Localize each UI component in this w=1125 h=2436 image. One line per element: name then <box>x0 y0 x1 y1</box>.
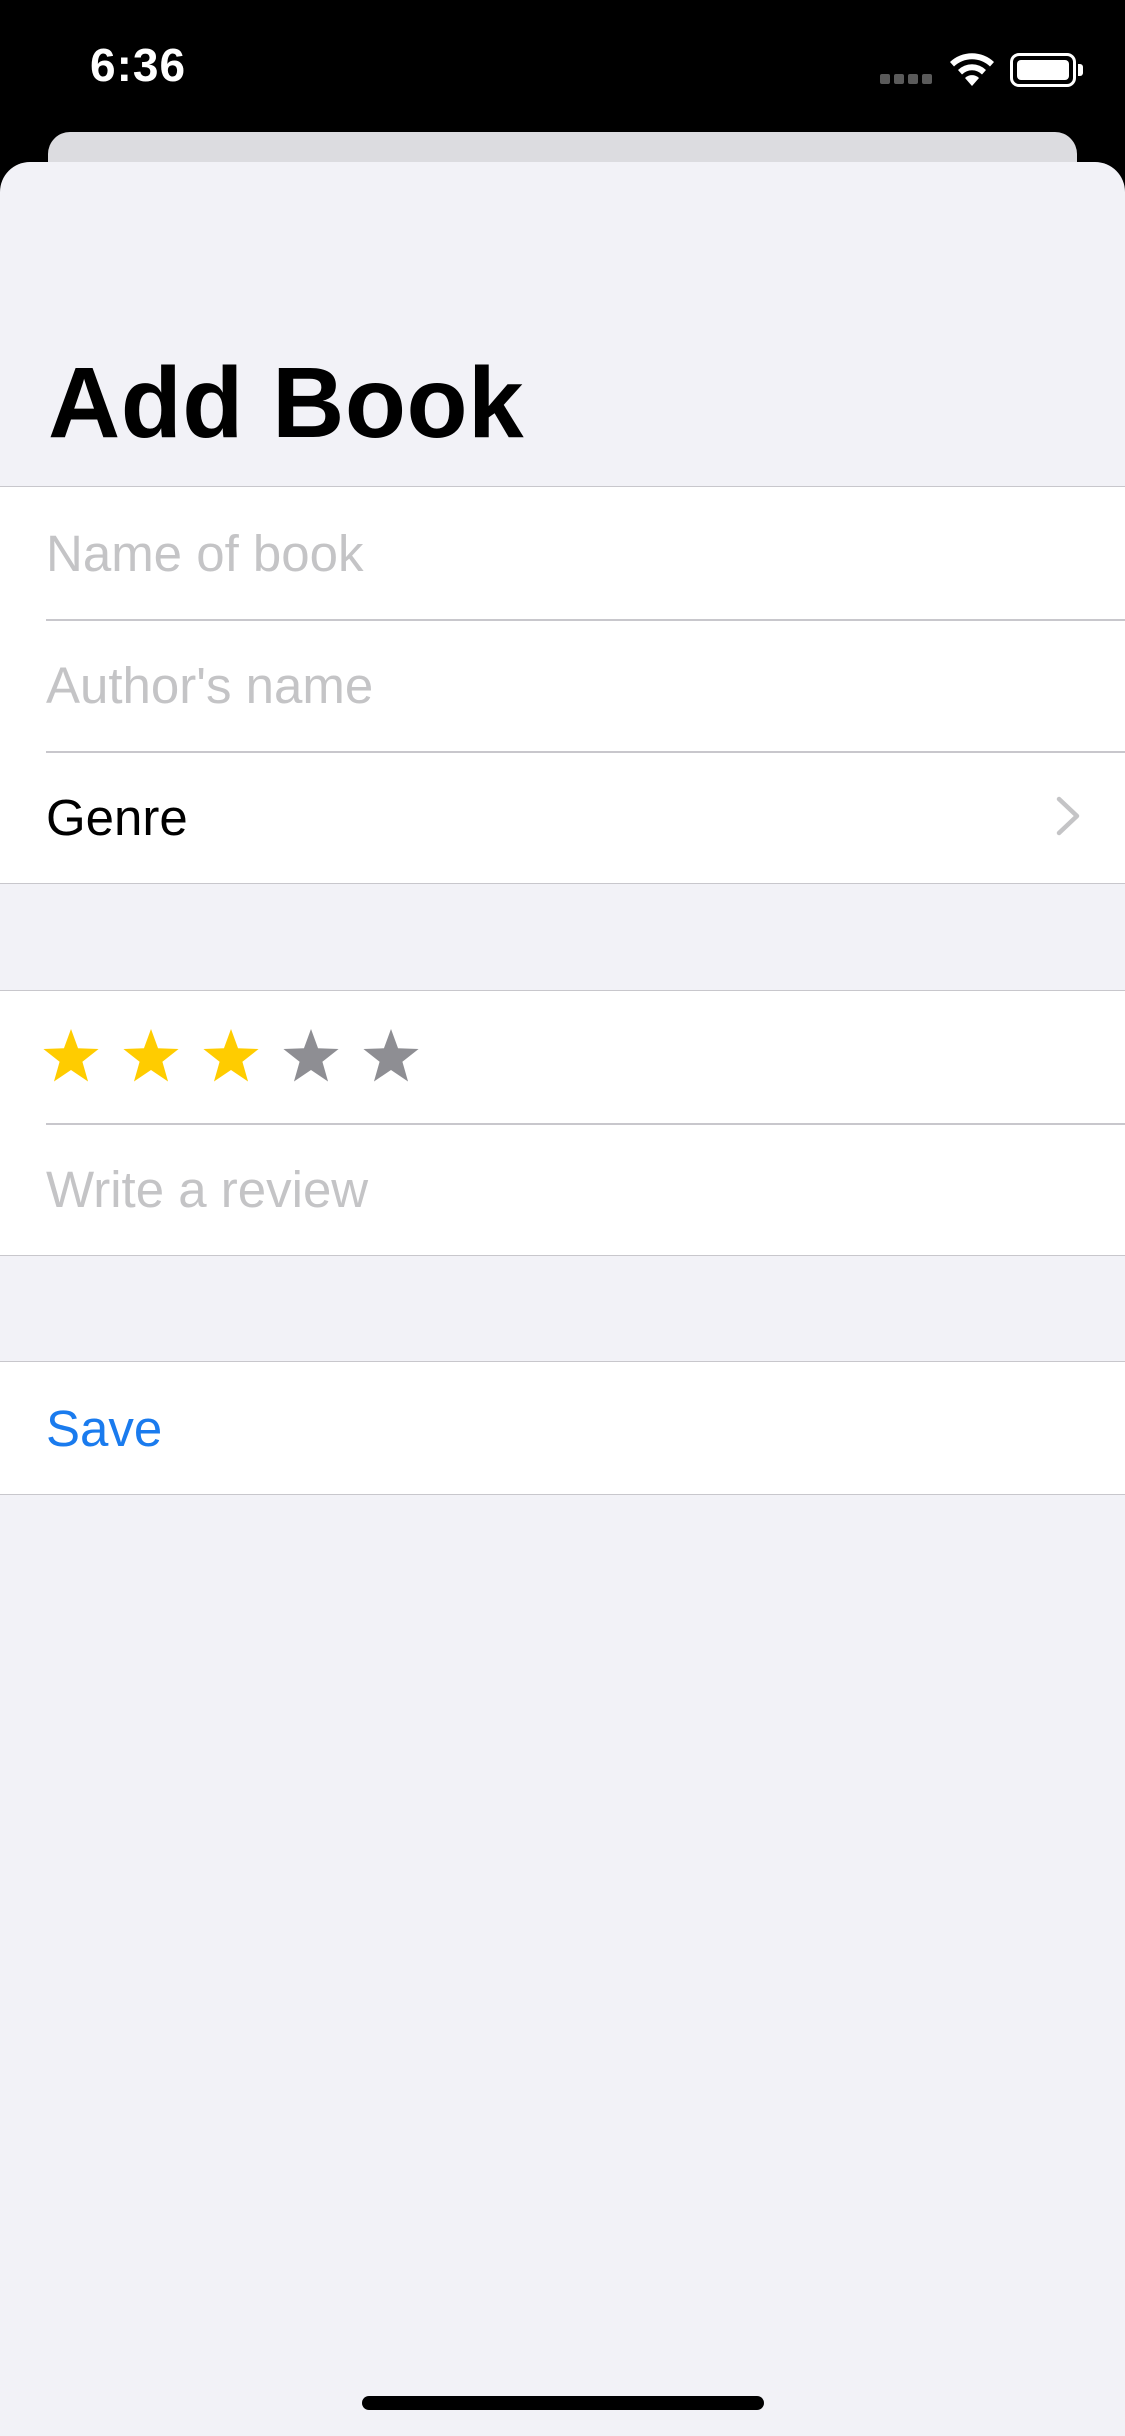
wifi-icon <box>950 53 994 86</box>
save-button[interactable]: Save <box>0 1362 1125 1494</box>
review-row <box>0 1123 1125 1255</box>
star-icon-4[interactable] <box>282 1028 340 1086</box>
genre-label: Genre <box>46 788 188 846</box>
book-name-row <box>0 487 1125 619</box>
cellular-signal-icon <box>880 74 934 84</box>
author-name-input[interactable] <box>0 619 1125 751</box>
star-icon-1[interactable] <box>42 1028 100 1086</box>
author-name-row <box>0 619 1125 751</box>
book-details-section: Genre <box>0 486 1125 884</box>
status-time: 6:36 <box>90 39 187 91</box>
chevron-right-icon <box>1056 796 1080 836</box>
review-input[interactable] <box>0 1123 1125 1255</box>
battery-icon <box>1010 53 1084 87</box>
star-rating[interactable] <box>0 1028 420 1086</box>
star-icon-2[interactable] <box>122 1028 180 1086</box>
review-section <box>0 990 1125 1256</box>
add-book-sheet: Add Book Genre Save <box>0 162 1125 2436</box>
rating-row <box>0 991 1125 1123</box>
star-icon-3[interactable] <box>202 1028 260 1086</box>
save-label: Save <box>46 1399 163 1457</box>
page-title: Add Book <box>48 347 525 459</box>
home-indicator <box>362 2396 764 2410</box>
genre-row[interactable]: Genre <box>0 751 1125 883</box>
book-name-input[interactable] <box>0 487 1125 619</box>
save-section: Save <box>0 1361 1125 1495</box>
star-icon-5[interactable] <box>362 1028 420 1086</box>
status-bar: 6:36 <box>0 0 1125 140</box>
